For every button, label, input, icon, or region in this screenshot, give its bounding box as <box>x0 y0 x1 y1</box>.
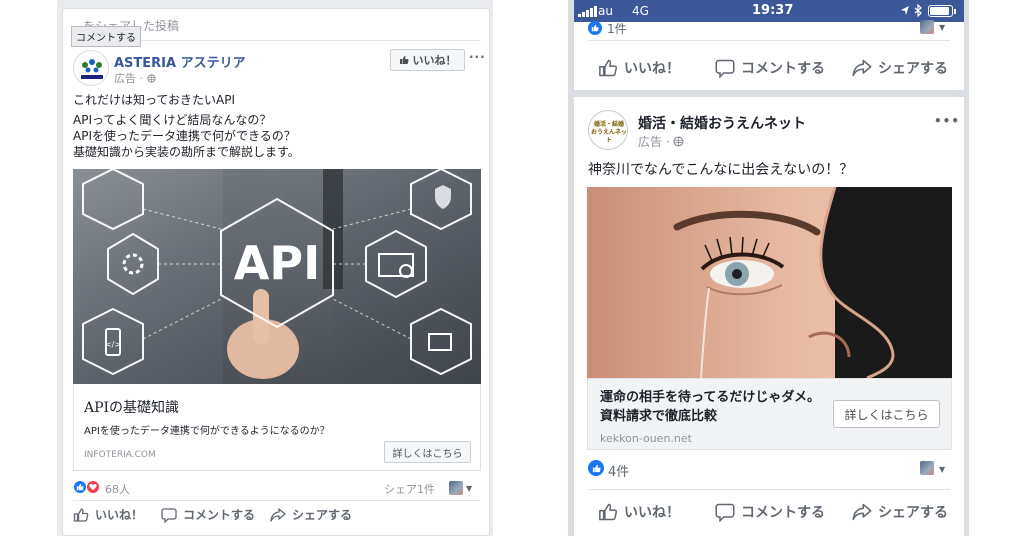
ad-body-line: 基礎知識から実装の勘所まで解説します。 <box>73 145 300 159</box>
share-icon <box>270 507 286 522</box>
reaction-count[interactable]: 1件 <box>607 20 627 37</box>
like-page-button[interactable]: いいね！ <box>390 49 465 71</box>
comment-icon <box>715 503 735 522</box>
mobile-ad-post: 婚活・結婚 おうえんネット 婚活・結婚おうえんネット 広告 · ••• 神奈川で… <box>574 97 964 536</box>
globe-icon <box>146 74 156 83</box>
crying-face-photo <box>587 187 952 378</box>
post-header-strip: …をシェアした投稿 コメントする <box>71 13 481 47</box>
link-preview[interactable]: APIの基礎知識 APIを使ったデータ連携で何ができるようになるのか？ INFO… <box>73 384 481 471</box>
ad-body-line: APIってよく聞くけど結局なんなの？ <box>73 113 272 127</box>
reaction-count[interactable]: 4件 <box>608 461 629 480</box>
ad-body-line: APIを使ったデータ連携で何ができるの？ <box>73 129 296 143</box>
like-reaction-icon[interactable] <box>588 460 604 476</box>
share-icon <box>852 59 872 77</box>
signal-strength-icon <box>578 6 597 17</box>
advertiser-name[interactable]: 婚活・結婚おうえんネット <box>638 113 806 133</box>
sponsored-label: 広告 · <box>114 70 156 86</box>
share-action-button[interactable]: シェアする <box>852 58 948 78</box>
comment-action-button[interactable]: コメントする <box>161 506 255 523</box>
like-action-button[interactable]: いいね！ <box>598 502 680 522</box>
thumbs-up-icon <box>73 507 89 522</box>
comment-action-button[interactable]: コメントする <box>715 502 825 522</box>
ad-headline: これだけは知っておきたいAPI <box>73 93 236 107</box>
more-options-icon[interactable]: ··· <box>469 50 486 64</box>
desktop-ad-post: …をシェアした投稿 コメントする ASTERIA アステリア 広告 · いいね！… <box>62 8 490 536</box>
share-action-label: シェアする <box>878 505 948 521</box>
chevron-down-icon[interactable]: ▼ <box>466 484 472 493</box>
reaction-count[interactable]: 68人 <box>105 481 130 497</box>
share-action-button[interactable]: シェアする <box>852 502 948 522</box>
network-type: 4G <box>632 4 649 18</box>
previous-post-footer: 1件 ▼ いいね！ コメントする シェアする <box>574 20 964 90</box>
status-time: 19:37 <box>752 3 794 18</box>
reactions-bar: 68人 シェア1件 ▼ <box>73 471 481 501</box>
link-title[interactable]: 運命の相手を待ってるだけじゃダメ。資料請求で徹底比較 <box>600 388 820 426</box>
like-reaction-icon[interactable] <box>588 21 602 35</box>
like-action-label: いいね！ <box>624 505 680 521</box>
comment-action-button[interactable]: コメントする <box>715 58 825 78</box>
advertiser-name[interactable]: ASTERIA アステリア <box>114 52 246 71</box>
link-preview[interactable]: 運命の相手を待ってるだけじゃダメ。資料請求で徹底比較 kekkon-ouen.n… <box>587 378 952 450</box>
viewer-avatar[interactable] <box>920 461 934 475</box>
like-action-button[interactable]: いいね！ <box>598 58 680 78</box>
chevron-down-icon[interactable]: ▼ <box>939 465 945 474</box>
comment-icon <box>715 59 735 78</box>
status-bar: au 4G 19:37 <box>574 0 964 22</box>
divider <box>588 489 950 490</box>
share-action-label: シェアする <box>878 61 948 77</box>
carrier-label: au <box>598 4 613 18</box>
ad-body: 神奈川でなんでこんなに出会えないの！？ <box>588 162 854 178</box>
like-reaction-icon[interactable] <box>73 480 87 494</box>
chevron-down-icon[interactable]: ▼ <box>939 23 945 32</box>
advertiser-logo-text: 婚活・結婚 おうえんネット <box>591 121 628 144</box>
link-domain: kekkon-ouen.net <box>600 432 692 445</box>
viewer-avatar[interactable] <box>920 20 934 34</box>
comment-action-label: コメントする <box>741 61 825 77</box>
share-count[interactable]: シェア1件 <box>384 481 435 497</box>
love-reaction-icon[interactable] <box>86 480 100 494</box>
thumbs-up-icon <box>599 503 618 521</box>
share-action-label: シェアする <box>292 508 353 522</box>
learn-more-button[interactable]: 詳しくはこちら <box>833 400 940 428</box>
location-arrow-icon <box>901 6 909 15</box>
ad-image-api[interactable]: API </> <box>73 169 481 384</box>
api-hexagon-illustration: API </> <box>73 169 481 384</box>
link-title[interactable]: APIの基礎知識 <box>84 397 179 417</box>
more-options-icon[interactable]: ••• <box>934 114 960 128</box>
battery-icon <box>928 5 956 17</box>
comment-action-label: コメントする <box>183 508 256 522</box>
advertiser-avatar[interactable] <box>73 50 109 86</box>
like-action-label: いいね！ <box>95 508 144 522</box>
sponsored-label: 広告 · <box>638 133 685 150</box>
like-action-label: いいね！ <box>624 61 680 77</box>
svg-text:</>: </> <box>105 340 121 349</box>
thumbs-up-icon <box>399 56 409 64</box>
advertiser-avatar[interactable]: 婚活・結婚 おうえんネット <box>588 110 628 150</box>
thumbs-up-icon <box>599 59 618 77</box>
api-image-text: API <box>234 236 320 290</box>
bluetooth-icon <box>914 4 922 17</box>
asteria-logo-icon <box>81 59 103 79</box>
ad-image-crying-eye[interactable] <box>587 187 952 378</box>
like-action-button[interactable]: いいね！ <box>73 506 143 523</box>
comment-action-label: コメントする <box>741 505 825 521</box>
comment-tooltip: コメントする <box>71 26 141 47</box>
like-page-label: いいね！ <box>412 54 457 67</box>
comment-icon <box>161 507 177 523</box>
link-domain: INFOTERIA.COM <box>84 450 156 460</box>
divider <box>588 40 950 41</box>
share-icon <box>852 503 872 521</box>
viewer-avatar[interactable] <box>449 481 463 495</box>
link-description: APIを使ったデータ連携で何ができるようになるのか？ <box>84 426 330 437</box>
share-action-button[interactable]: シェアする <box>270 506 352 523</box>
learn-more-button[interactable]: 詳しくはこちら <box>384 441 471 463</box>
globe-icon <box>673 136 685 147</box>
